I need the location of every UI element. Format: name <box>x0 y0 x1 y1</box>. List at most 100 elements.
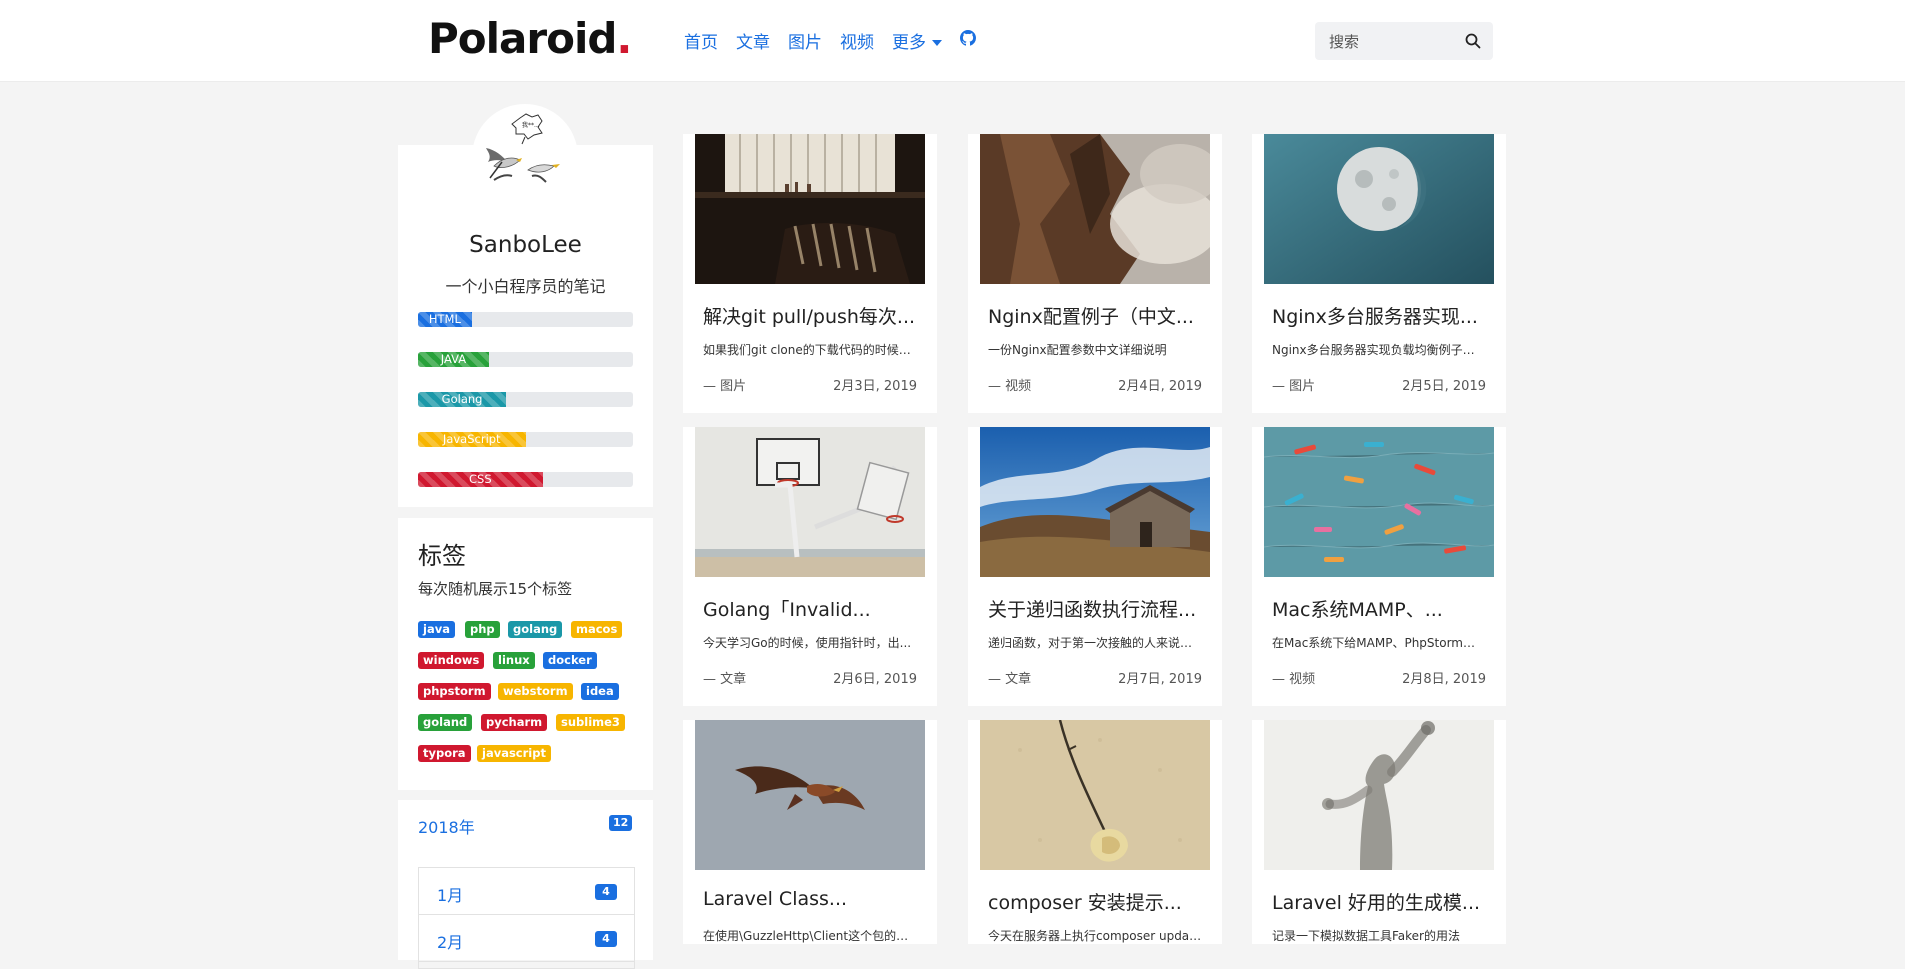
post-card[interactable]: Golang「Invalid... 今天学习Go的时候，使用指针时，出... —… <box>683 427 937 706</box>
post-category: — 文章 <box>988 672 1032 687</box>
brand-name: Polaroid <box>428 14 617 63</box>
post-excerpt: 今天在服务器上执行composer updat... <box>988 929 1202 943</box>
tag-windows[interactable]: windows <box>418 652 485 669</box>
post-excerpt: 一份Nginx配置参数中文详细说明 <box>988 343 1167 357</box>
archive-month-label: 1月 <box>437 886 464 905</box>
post-title[interactable]: 解决git pull/push每次... <box>703 302 917 329</box>
archive-month-list: 1月 4 2月 4 <box>418 867 635 969</box>
archive-month-row[interactable]: 1月 4 <box>419 868 634 915</box>
post-excerpt: 递归函数，对于第一次接触的人来说，... <box>988 636 1202 650</box>
tag-webstorm[interactable]: webstorm <box>498 683 573 700</box>
tag-goland[interactable]: goland <box>418 714 473 731</box>
tags-title: 标签 <box>418 542 466 570</box>
skill-bar-golang: Golang <box>418 392 633 407</box>
post-category: — 视频 <box>988 379 1032 394</box>
post-card[interactable]: Mac系统MAMP、... 在Mac系统下给MAMP、PhpStorm配... … <box>1252 427 1506 706</box>
post-title[interactable]: 关于递归函数执行流程... <box>988 595 1202 622</box>
post-card[interactable]: Nginx多台服务器实现... Nginx多台服务器实现负载均衡例子，... —… <box>1252 134 1506 413</box>
surfers-aerial-image <box>1264 427 1494 577</box>
post-card[interactable]: Laravel Class... 在使用\GuzzleHttp\Client这个… <box>683 720 937 944</box>
archive-month-count-badge: 4 <box>595 931 617 947</box>
post-category: — 文章 <box>703 672 747 687</box>
tag-idea[interactable]: idea <box>581 683 619 700</box>
post-image <box>980 720 1210 870</box>
post-date: 2月4日, 2019 <box>1118 379 1202 394</box>
post-title[interactable]: Laravel 好用的生成模... <box>1272 888 1486 915</box>
post-excerpt: 记录一下模拟数据工具Faker的用法 <box>1272 929 1460 943</box>
post-date: 2月3日, 2019 <box>833 379 917 394</box>
tag-pycharm[interactable]: pycharm <box>481 714 548 731</box>
avatar-illustration: 我**... <box>486 113 560 183</box>
skill-bar-javascript: JavaScript <box>418 432 633 447</box>
post-date: 2月8日, 2019 <box>1402 672 1486 687</box>
svg-text:我**...: 我**... <box>522 121 540 129</box>
tag-phpstorm[interactable]: phpstorm <box>418 683 491 700</box>
post-image <box>695 427 925 577</box>
nav-item-videos[interactable]: 视频 <box>840 28 874 53</box>
avatar: 我**... <box>472 104 578 210</box>
post-date: 2月5日, 2019 <box>1402 379 1486 394</box>
tag-java[interactable]: java <box>418 621 455 638</box>
skill-fill: Golang <box>418 392 507 407</box>
post-card[interactable]: Laravel 好用的生成模... 记录一下模拟数据工具Faker的用法 <box>1252 720 1506 944</box>
post-title[interactable]: Nginx多台服务器实现... <box>1272 302 1486 329</box>
search-icon[interactable] <box>1465 33 1481 49</box>
post-image <box>695 720 925 870</box>
post-card[interactable]: composer 安装提示... 今天在服务器上执行composer updat… <box>968 720 1222 944</box>
tag-golang[interactable]: golang <box>508 621 563 638</box>
post-excerpt: 如果我们git clone的下载代码的时候是... <box>703 343 917 357</box>
post-title[interactable]: Mac系统MAMP、... <box>1272 595 1486 622</box>
search-input[interactable] <box>1327 22 1461 62</box>
post-card[interactable]: 解决git pull/push每次... 如果我们git clone的下载代码的… <box>683 134 937 413</box>
post-image <box>695 134 925 284</box>
tag-linux[interactable]: linux <box>493 652 535 669</box>
post-date: 2月7日, 2019 <box>1118 672 1202 687</box>
post-image <box>980 134 1210 284</box>
tag-docker[interactable]: docker <box>543 652 597 669</box>
basketball-hoop-image <box>695 427 925 577</box>
brand-dot: . <box>616 14 632 63</box>
post-excerpt: 在Mac系统下给MAMP、PhpStorm配... <box>1272 636 1486 650</box>
caret-down-icon <box>932 40 942 46</box>
tag-javascript[interactable]: javascript <box>477 745 551 762</box>
github-link[interactable] <box>960 30 976 51</box>
flying-bird-image <box>695 720 925 870</box>
skill-fill: JavaScript <box>418 432 526 447</box>
post-date: 2月6日, 2019 <box>833 672 917 687</box>
tag-typora[interactable]: typora <box>418 745 471 762</box>
main-nav: 首页 文章 图片 视频 更多 <box>684 28 976 53</box>
post-category: — 图片 <box>1272 379 1316 394</box>
nav-item-more-dropdown[interactable]: 更多 <box>892 28 942 53</box>
brand-logo[interactable]: Polaroid. <box>428 14 632 63</box>
post-image <box>1264 720 1494 870</box>
skill-bar-java: JAVA <box>418 352 633 367</box>
window-blinds-image <box>695 134 925 284</box>
post-category: — 图片 <box>703 379 747 394</box>
archive-month-label: 2月 <box>437 933 464 952</box>
tag-php[interactable]: php <box>465 621 500 638</box>
tag-sublime3[interactable]: sublime3 <box>556 714 625 731</box>
post-title[interactable]: Laravel Class... <box>703 888 917 910</box>
post-card[interactable]: Nginx配置例子（中文... 一份Nginx配置参数中文详细说明 — 视频 2… <box>968 134 1222 413</box>
nav-item-images[interactable]: 图片 <box>788 28 822 53</box>
post-category: — 视频 <box>1272 672 1316 687</box>
profile-description: 一个小白程序员的笔记 <box>445 277 606 296</box>
top-navbar: Polaroid. 首页 文章 图片 视频 更多 <box>0 0 1905 82</box>
post-excerpt: 在使用\GuzzleHttp\Client这个包的时... <box>703 929 917 943</box>
skill-bar-html: HTML <box>418 312 633 327</box>
tag-macos[interactable]: macos <box>571 621 623 638</box>
nav-item-home[interactable]: 首页 <box>684 28 718 53</box>
post-title[interactable]: Nginx配置例子（中文... <box>988 302 1202 329</box>
profile-name: SanboLee <box>469 232 582 258</box>
post-image <box>980 427 1210 577</box>
nav-item-articles[interactable]: 文章 <box>736 28 770 53</box>
post-card[interactable]: 关于递归函数执行流程... 递归函数，对于第一次接触的人来说，... — 文章 … <box>968 427 1222 706</box>
silhouette-glass-image <box>1264 720 1494 870</box>
archive-year-2018[interactable]: 2018年 <box>418 814 475 838</box>
post-title[interactable]: composer 安装提示... <box>988 888 1202 915</box>
archive-month-count-badge: 4 <box>595 884 617 900</box>
post-title[interactable]: Golang「Invalid... <box>703 595 917 622</box>
archive-month-row[interactable]: 2月 4 <box>419 915 634 962</box>
post-image <box>1264 427 1494 577</box>
post-excerpt: Nginx多台服务器实现负载均衡例子，... <box>1272 343 1486 357</box>
